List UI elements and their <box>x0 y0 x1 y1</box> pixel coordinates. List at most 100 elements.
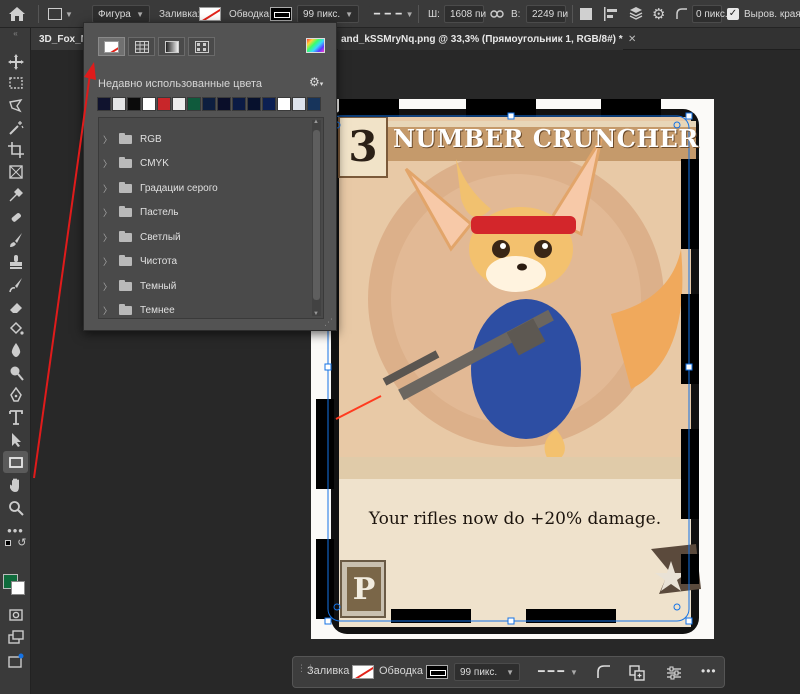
rectangle-tool[interactable] <box>3 451 28 473</box>
eraser-tool[interactable] <box>0 296 31 318</box>
close-tab-button[interactable]: ✕ <box>628 28 638 50</box>
path-operations-button[interactable] <box>580 0 592 28</box>
magic-wand-tool[interactable] <box>0 117 31 139</box>
screen-mode-icon <box>7 630 24 644</box>
color-picker-button[interactable] <box>306 38 325 53</box>
settings-button[interactable]: ⚙ <box>652 0 665 28</box>
recent-color-swatch[interactable] <box>97 97 111 111</box>
recent-colors-settings-button[interactable]: ⚙▾ <box>309 75 323 89</box>
swatch-folder[interactable]: 〉 RGB <box>99 127 305 151</box>
ctx-stroke-size-field[interactable]: 99 пикс. ▼ <box>454 663 520 681</box>
history-brush-tool[interactable] <box>0 274 31 296</box>
healing-brush-tool[interactable] <box>0 206 31 228</box>
recent-color-swatch[interactable] <box>172 97 186 111</box>
ctx-more-button[interactable]: ••• <box>701 664 717 678</box>
resize-grip-icon[interactable]: ⋰ <box>324 317 333 328</box>
ctx-corner-radius-button[interactable] <box>597 665 611 682</box>
scroll-down-icon[interactable]: ▼ <box>313 311 319 317</box>
corner-radius-field[interactable]: 0 пикс. <box>692 5 728 23</box>
folder-list-scrollbar[interactable]: ▲ ▼ <box>312 119 321 317</box>
clone-stamp-tool[interactable] <box>0 251 31 273</box>
recent-color-swatch[interactable] <box>187 97 201 111</box>
sliders-icon <box>667 666 681 680</box>
ctx-fill-swatch[interactable] <box>352 665 374 679</box>
solid-color-button[interactable] <box>128 37 155 56</box>
zoom-tool[interactable] <box>0 497 31 519</box>
recent-color-swatch[interactable] <box>247 97 261 111</box>
move-icon <box>7 54 24 70</box>
annotation-arrow <box>33 62 96 479</box>
lasso-tool[interactable] <box>0 95 31 117</box>
paint-bucket-tool[interactable] <box>0 318 31 340</box>
hand-tool[interactable] <box>0 474 31 496</box>
dodge-tool[interactable] <box>0 362 31 384</box>
recent-color-swatch[interactable] <box>292 97 306 111</box>
folder-icon <box>119 132 132 144</box>
document-canvas[interactable]: 3 NUMBER CRUNCHER Your rifles now do +20… <box>311 99 714 639</box>
frame-tool[interactable] <box>0 161 31 183</box>
path-alignment-button[interactable] <box>603 0 619 28</box>
toolbar-grip[interactable]: « <box>0 28 31 38</box>
marquee-tool[interactable] <box>0 72 31 94</box>
swatch-folder[interactable]: 〉 Темнее <box>99 299 305 323</box>
recent-color-swatch[interactable] <box>307 97 321 111</box>
type-tool[interactable] <box>0 406 31 428</box>
chevron-down-icon: ▼ <box>570 668 578 677</box>
recent-colors-row <box>97 97 322 111</box>
scroll-up-icon[interactable]: ▲ <box>313 119 319 125</box>
swatch-folder[interactable]: 〉 CMYK <box>99 152 305 176</box>
recent-color-swatch[interactable] <box>277 97 291 111</box>
recent-color-swatch[interactable] <box>112 97 126 111</box>
swatch-folder[interactable]: 〉 Светлый <box>99 225 305 249</box>
link-dimensions-button[interactable] <box>490 0 504 28</box>
no-color-button[interactable] <box>98 37 125 56</box>
recent-color-swatch[interactable] <box>142 97 156 111</box>
tool-preset-picker[interactable]: ▼ <box>48 0 73 28</box>
ctx-stroke-type-select[interactable]: ━ ━ ━ ▼ <box>538 665 578 678</box>
path-selection-tool[interactable] <box>0 429 31 451</box>
crop-tool[interactable] <box>0 139 31 161</box>
document-tab-2[interactable]: and_kSSMryNq.png @ 33,3% (Прямоугольник … <box>338 28 623 50</box>
arrange-icon <box>629 7 643 20</box>
ctx-path-operations-button[interactable] <box>629 665 645 684</box>
recent-color-swatch[interactable] <box>202 97 216 111</box>
recent-color-swatch[interactable] <box>262 97 276 111</box>
recent-color-swatch[interactable] <box>127 97 141 111</box>
width-field[interactable]: 1608 пи <box>444 5 486 23</box>
stroke-size-field[interactable]: 99 пикс. ▼ <box>297 5 359 23</box>
gradient-icon <box>164 40 179 53</box>
solid-color-grid-icon <box>134 40 149 53</box>
pattern-button[interactable] <box>188 37 215 56</box>
recent-color-swatch[interactable] <box>157 97 171 111</box>
ctx-properties-button[interactable] <box>666 665 682 684</box>
pen-tool[interactable] <box>0 384 31 406</box>
scrollbar-thumb[interactable] <box>313 130 320 300</box>
eyedropper-tool[interactable] <box>0 184 31 206</box>
share-button[interactable] <box>0 650 31 672</box>
align-edges-checkbox[interactable]: ✓ Выров. края <box>727 0 800 28</box>
brush-tool[interactable] <box>0 229 31 251</box>
document-tab-1[interactable]: 3D_Fox_N <box>31 28 88 50</box>
background-color-swatch[interactable] <box>11 581 25 595</box>
chevron-right-icon: 〉 <box>103 134 113 145</box>
swatch-folder[interactable]: 〉 Градации серого <box>99 176 305 200</box>
height-field[interactable]: 2249 пи <box>526 5 568 23</box>
home-button[interactable] <box>8 0 26 28</box>
shape-mode-select[interactable]: Фигура ▼ <box>92 5 150 23</box>
move-tool[interactable] <box>0 51 31 73</box>
blur-tool[interactable] <box>0 339 31 361</box>
stroke-type-select[interactable]: ━ ━ ━ ▼ <box>368 5 414 23</box>
path-arrangement-button[interactable] <box>628 0 644 28</box>
fill-swatch <box>199 7 221 21</box>
swap-colors-row[interactable]: ↺ <box>0 537 31 551</box>
screen-mode-button[interactable] <box>0 626 31 648</box>
swatch-folder[interactable]: 〉 Темный <box>99 274 305 298</box>
gradient-button[interactable] <box>158 37 185 56</box>
ctx-stroke-swatch[interactable] <box>426 665 448 679</box>
recent-color-swatch[interactable] <box>232 97 246 111</box>
recent-color-swatch[interactable] <box>217 97 231 111</box>
swatch-folder[interactable]: 〉 Чистота <box>99 250 305 274</box>
quick-mask-button[interactable] <box>0 604 31 626</box>
close-icon: ✕ <box>628 33 637 45</box>
swatch-folder[interactable]: 〉 Пастель <box>99 201 305 225</box>
